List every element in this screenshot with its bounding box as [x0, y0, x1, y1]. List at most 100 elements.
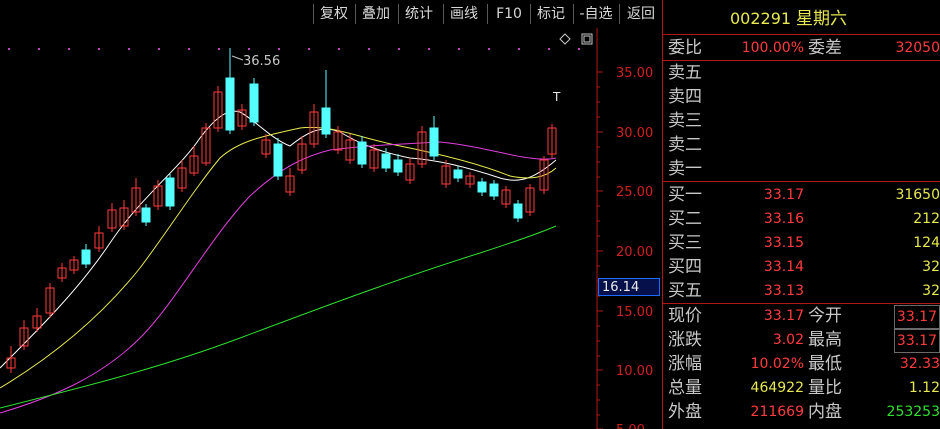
bid-volume: 32 — [922, 259, 940, 275]
y-axis-label: 10.00 — [616, 364, 653, 379]
change-value: 3.02 — [772, 332, 804, 348]
bid-row[interactable]: 买二 33.16 212 — [666, 208, 940, 230]
high-label: 最高 — [808, 330, 842, 350]
divider — [663, 303, 940, 304]
bid-label: 买四 — [668, 257, 702, 277]
y-axis-label: 35.00 — [616, 66, 653, 81]
guide-dot — [38, 48, 40, 50]
ask-row: 卖五 — [666, 62, 940, 84]
guide-dot — [68, 48, 70, 50]
outer-volume-value: 211669 — [750, 404, 804, 420]
y-axis-label: 30.00 — [616, 126, 653, 141]
ask-row: 卖二 — [666, 134, 940, 156]
candle-down — [477, 181, 487, 193]
guide-dot — [338, 48, 340, 50]
bid-label: 买三 — [668, 233, 702, 253]
crosshair-price-tag: 16.14 — [598, 278, 660, 296]
overlay-button[interactable]: 叠加 — [355, 4, 396, 24]
stock-header: 002291 星期六 — [666, 8, 940, 30]
candle-down — [141, 207, 151, 223]
draw-line-button[interactable]: 画线 — [443, 4, 484, 24]
current-price-value: 33.17 — [763, 308, 804, 324]
high-annotation: 36.56 — [231, 54, 280, 69]
weibi-label: 委比 — [668, 38, 702, 58]
mark-button[interactable]: 标记 — [530, 4, 571, 24]
ma-line-magenta — [0, 141, 557, 414]
guide-dot — [458, 48, 460, 50]
ask-row: 卖三 — [666, 110, 940, 132]
guide-dot — [428, 48, 430, 50]
quote-row: 现价 33.17 今开 33.17 — [666, 305, 940, 329]
weibi-value: 100.00% — [741, 40, 804, 56]
bid-row[interactable]: 买四 33.14 32 — [666, 256, 940, 278]
candle-down — [81, 249, 91, 265]
open-label: 今开 — [808, 306, 842, 326]
current-price-label: 现价 — [668, 306, 702, 326]
guide-dot — [488, 48, 490, 50]
remove-watchlist-button[interactable]: -自选 — [573, 4, 618, 24]
bid-label: 买一 — [668, 185, 702, 205]
candle-down — [165, 177, 175, 207]
guide-dot — [398, 48, 400, 50]
open-value: 33.17 — [893, 305, 940, 329]
low-value: 32.33 — [899, 356, 940, 372]
back-button[interactable]: 返回 — [619, 4, 662, 24]
ask-row: 卖一 — [666, 158, 940, 180]
ask-row: 卖四 — [666, 86, 940, 108]
volume-ratio-label: 量比 — [808, 378, 842, 398]
guide-dot — [158, 48, 160, 50]
square-inner-icon — [583, 35, 591, 43]
high-price-label: 36.56 — [243, 54, 280, 69]
guide-dot — [218, 48, 220, 50]
f10-button[interactable]: F10 — [487, 4, 530, 24]
candlesticks — [6, 48, 557, 373]
change-pct-value: 10.02% — [750, 356, 804, 372]
ask-label: 卖一 — [668, 159, 702, 179]
kline-chart[interactable]: 35.00 30.00 25.00 20.00 15.00 10.00 5.00 36.56… — [0, 28, 662, 429]
candle-down — [357, 141, 367, 165]
change-label: 涨跌 — [668, 330, 702, 350]
y-axis-label: 20.00 — [616, 245, 653, 260]
guide-dot — [368, 48, 370, 50]
bid-volume: 212 — [913, 211, 940, 227]
quote-row: 外盘 211669 内盘 253253 — [666, 401, 940, 423]
guide-dot — [578, 48, 580, 50]
quote-row: 涨跌 3.02 最高 33.17 — [666, 329, 940, 353]
bid-row[interactable]: 买三 33.15 124 — [666, 232, 940, 254]
quote-row: 总量 464922 量比 1.12 — [666, 377, 940, 399]
guide-dot — [128, 48, 130, 50]
divider — [663, 34, 940, 35]
fuquan-button[interactable]: 复权 — [313, 4, 354, 24]
stock-code: 002291 — [730, 9, 792, 28]
candle-down — [489, 183, 499, 197]
high-value: 33.17 — [893, 329, 940, 353]
weibi-row: 委比 100.00% 委差 32050 — [666, 37, 940, 59]
guide-dot — [188, 48, 190, 50]
outer-volume-label: 外盘 — [668, 402, 702, 422]
y-axis: 35.00 30.00 25.00 20.00 15.00 10.00 5.00 — [597, 66, 653, 429]
candle-down — [393, 159, 403, 173]
bid-volume: 124 — [913, 235, 940, 251]
bid-row[interactable]: 买一 33.17 31650 — [666, 184, 940, 206]
ask-label: 卖二 — [668, 135, 702, 155]
high-pointer — [231, 55, 244, 61]
bid-price: 33.16 — [763, 211, 804, 227]
inner-volume-label: 内盘 — [808, 402, 842, 422]
cursor-icons — [559, 33, 593, 45]
divider — [663, 60, 940, 61]
guide-dot — [518, 48, 520, 50]
candle-down — [225, 77, 235, 131]
low-label: 最低 — [808, 354, 842, 374]
weicha-value: 32050 — [895, 40, 940, 56]
statistics-button[interactable]: 统计 — [398, 4, 439, 24]
y-axis-label: 15.00 — [616, 305, 653, 320]
diamond-icon[interactable] — [559, 33, 571, 45]
guide-dot — [248, 48, 250, 50]
y-axis-label: 5.00 — [616, 423, 645, 429]
bid-row[interactable]: 买五 33.13 32 — [666, 280, 940, 302]
volume-value: 464922 — [750, 380, 804, 396]
candle-down — [429, 127, 439, 157]
dotted-guide — [8, 48, 580, 50]
divider — [663, 181, 940, 182]
stock-name: 星期六 — [796, 9, 847, 29]
